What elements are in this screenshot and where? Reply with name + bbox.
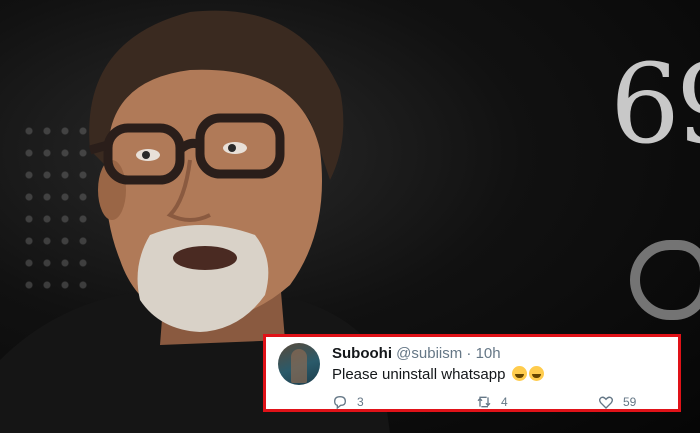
photo-scene: 69 Suboohi @subiism xyxy=(0,0,700,433)
header-separator: · xyxy=(466,345,472,362)
author-handle[interactable]: @subiism xyxy=(396,345,462,362)
retweet-icon xyxy=(477,396,491,408)
like-count: 59 xyxy=(623,395,637,409)
avatar[interactable] xyxy=(278,343,320,385)
reply-icon xyxy=(333,395,347,410)
tears-of-joy-emoji-icon xyxy=(511,366,527,381)
tweet-body: Please uninstall whatsapp xyxy=(332,366,506,383)
tweet-actions: 3 4 59 xyxy=(326,394,656,410)
like-button[interactable]: 59 xyxy=(598,394,636,410)
tweet-card[interactable]: Suboohi @subiism · 10h Please uninstall … xyxy=(263,334,681,412)
author-name[interactable]: Suboohi xyxy=(332,345,392,362)
tweet-header: Suboohi @subiism · 10h xyxy=(332,345,501,362)
retweet-count: 4 xyxy=(501,395,508,409)
retweet-button[interactable]: 4 xyxy=(476,394,508,410)
tears-of-joy-emoji-icon xyxy=(528,366,544,381)
tweet-timestamp[interactable]: 10h xyxy=(476,345,501,362)
reply-count: 3 xyxy=(357,395,364,409)
tweet-text: Please uninstall whatsapp xyxy=(332,366,544,383)
reply-button[interactable]: 3 xyxy=(332,394,364,410)
heart-icon xyxy=(599,396,613,409)
